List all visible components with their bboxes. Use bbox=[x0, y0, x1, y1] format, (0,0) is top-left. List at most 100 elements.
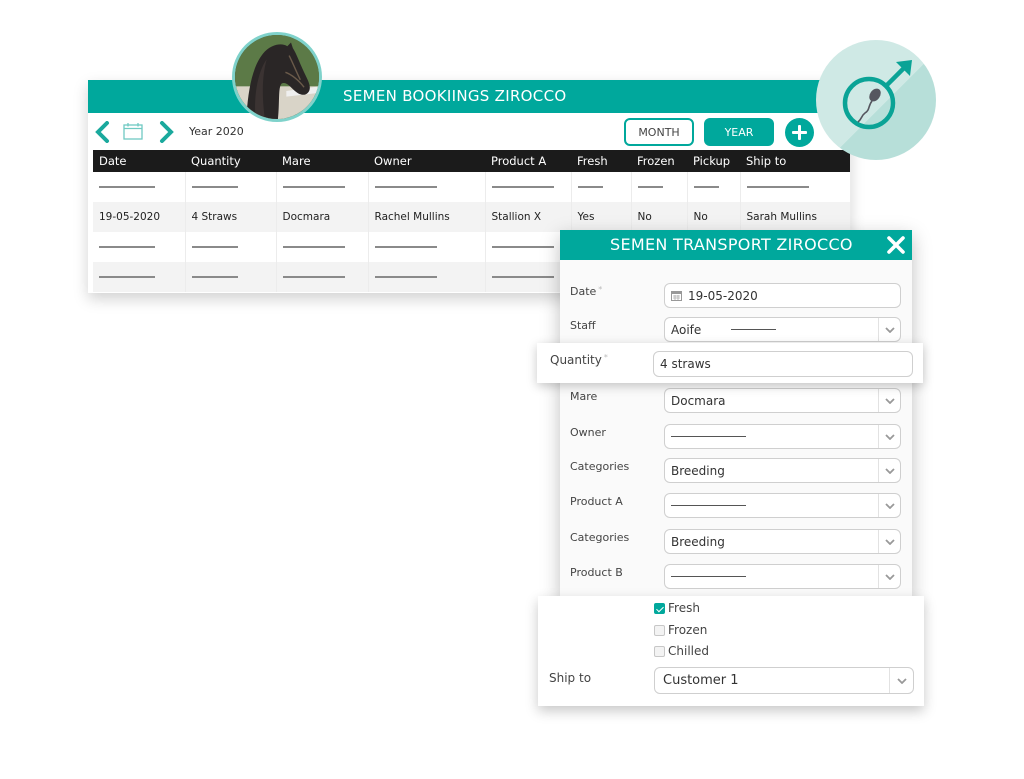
owner-select[interactable] bbox=[664, 424, 901, 449]
owner-label: Owner bbox=[570, 426, 606, 439]
checkbox-unchecked-icon bbox=[654, 645, 665, 657]
categories-label: Categories bbox=[570, 460, 630, 473]
chevron-down-icon bbox=[878, 425, 900, 448]
quantity-label: Quantity * bbox=[550, 353, 608, 367]
cell-placeholder bbox=[276, 262, 369, 292]
calendar-icon bbox=[671, 291, 682, 301]
required-marker: * bbox=[603, 353, 608, 362]
fresh-checkbox[interactable]: Fresh bbox=[654, 601, 700, 615]
cell-placeholder bbox=[276, 172, 369, 202]
year-view-button[interactable]: YEAR bbox=[704, 118, 774, 146]
cell-placeholder bbox=[485, 232, 572, 262]
column-header-pickup[interactable]: Pickup bbox=[687, 150, 740, 172]
ship-to-value: Customer 1 bbox=[663, 673, 739, 688]
frozen-checkbox[interactable]: Frozen bbox=[654, 623, 707, 637]
horse-avatar bbox=[232, 32, 322, 122]
quantity-value: 4 straws bbox=[660, 357, 711, 371]
checkbox-unchecked-icon bbox=[654, 624, 665, 636]
ship-to-select[interactable]: Customer 1 bbox=[654, 667, 914, 694]
cell-placeholder bbox=[185, 262, 277, 292]
cell-placeholder bbox=[368, 172, 486, 202]
chevron-down-icon bbox=[878, 494, 900, 517]
male-badge bbox=[816, 40, 936, 160]
chevron-right-icon[interactable] bbox=[158, 121, 176, 143]
chilled-checkbox[interactable]: Chilled bbox=[654, 644, 709, 658]
product-b-label: Product B bbox=[570, 566, 623, 579]
checkbox-checked-icon bbox=[654, 602, 665, 614]
date-label-text: Date bbox=[570, 285, 597, 298]
bookings-header: SEMEN BOOKIINGS ZIROCCO bbox=[88, 80, 850, 113]
categories-value: Breeding bbox=[671, 534, 725, 549]
date-label: Date * bbox=[570, 285, 602, 298]
month-view-button[interactable]: MONTH bbox=[624, 118, 694, 146]
quantity-row: Quantity * 4 straws bbox=[537, 343, 923, 383]
cell-placeholder bbox=[687, 172, 741, 202]
cell-placeholder bbox=[368, 262, 486, 292]
cell-placeholder bbox=[631, 172, 688, 202]
chevron-left-icon[interactable] bbox=[93, 121, 111, 143]
cell-placeholder bbox=[93, 232, 186, 262]
cell-quantity: 4 Straws bbox=[185, 202, 277, 232]
transport-header: SEMEN TRANSPORT ZIROCCO bbox=[560, 230, 912, 260]
period-label: Year 2020 bbox=[189, 125, 244, 138]
product-b-value-placeholder bbox=[671, 575, 746, 578]
quantity-label-text: Quantity bbox=[550, 353, 602, 367]
cell-pickup: No bbox=[687, 202, 741, 232]
placeholder-dash bbox=[731, 328, 776, 331]
cell-placeholder bbox=[485, 262, 572, 292]
table-header-row: Date Quantity Mare Owner Product A Fresh… bbox=[93, 150, 850, 172]
mare-label: Mare bbox=[570, 390, 598, 403]
calendar-icon[interactable] bbox=[123, 123, 143, 140]
fresh-label: Fresh bbox=[668, 601, 700, 615]
column-header-quantity[interactable]: Quantity bbox=[185, 150, 276, 172]
cell-placeholder bbox=[571, 172, 632, 202]
column-header-owner[interactable]: Owner bbox=[368, 150, 485, 172]
column-header-frozen[interactable]: Frozen bbox=[631, 150, 687, 172]
cell-fresh: Yes bbox=[571, 202, 632, 232]
mare-select[interactable]: Docmara bbox=[664, 388, 901, 413]
date-input[interactable]: 19-05-2020 bbox=[664, 283, 901, 308]
categories-select-2[interactable]: Breeding bbox=[664, 529, 901, 554]
column-header-ship-to[interactable]: Ship to bbox=[740, 150, 850, 172]
cell-placeholder bbox=[276, 232, 369, 262]
column-header-date[interactable]: Date bbox=[93, 150, 185, 172]
bookings-toolbar: Year 2020 MONTH YEAR bbox=[88, 113, 850, 150]
mare-value: Docmara bbox=[671, 393, 726, 408]
table-row[interactable]: 19-05-2020 4 Straws Docmara Rachel Mulli… bbox=[93, 202, 851, 232]
column-header-fresh[interactable]: Fresh bbox=[571, 150, 631, 172]
cell-placeholder bbox=[185, 172, 277, 202]
cell-placeholder bbox=[93, 262, 186, 292]
product-b-select[interactable] bbox=[664, 564, 901, 589]
product-a-label: Product A bbox=[570, 495, 623, 508]
product-a-select[interactable] bbox=[664, 493, 901, 518]
chevron-down-icon bbox=[878, 565, 900, 588]
quantity-input[interactable]: 4 straws bbox=[653, 351, 913, 377]
male-sperm-icon bbox=[842, 60, 912, 130]
column-header-product-a[interactable]: Product A bbox=[485, 150, 571, 172]
date-value: 19-05-2020 bbox=[688, 288, 758, 303]
cell-placeholder bbox=[93, 172, 186, 202]
cell-placeholder bbox=[185, 232, 277, 262]
bookings-title: SEMEN BOOKIINGS ZIROCCO bbox=[343, 87, 567, 105]
cell-date: 19-05-2020 bbox=[93, 202, 186, 232]
delivery-options-row: Fresh Frozen Chilled Ship to Customer 1 bbox=[538, 596, 924, 706]
chevron-down-icon bbox=[878, 459, 900, 482]
close-icon[interactable] bbox=[886, 235, 906, 255]
add-booking-button[interactable] bbox=[785, 118, 814, 147]
owner-value-placeholder bbox=[671, 435, 746, 438]
transport-title: SEMEN TRANSPORT ZIROCCO bbox=[610, 235, 853, 254]
table-row-placeholder[interactable] bbox=[93, 172, 851, 202]
required-marker: * bbox=[598, 285, 603, 294]
staff-select[interactable]: Aoife bbox=[664, 317, 901, 342]
categories-select[interactable]: Breeding bbox=[664, 458, 901, 483]
cell-product-a: Stallion X bbox=[485, 202, 572, 232]
cell-ship-to: Sarah Mullins bbox=[740, 202, 851, 232]
categories-value: Breeding bbox=[671, 463, 725, 478]
chevron-down-icon bbox=[878, 389, 900, 412]
ship-to-label: Ship to bbox=[549, 671, 592, 685]
chevron-down-icon bbox=[878, 530, 900, 553]
chevron-down-icon bbox=[889, 668, 913, 693]
column-header-mare[interactable]: Mare bbox=[276, 150, 368, 172]
staff-value: Aoife bbox=[671, 322, 702, 337]
horse-photo-icon bbox=[235, 35, 319, 119]
